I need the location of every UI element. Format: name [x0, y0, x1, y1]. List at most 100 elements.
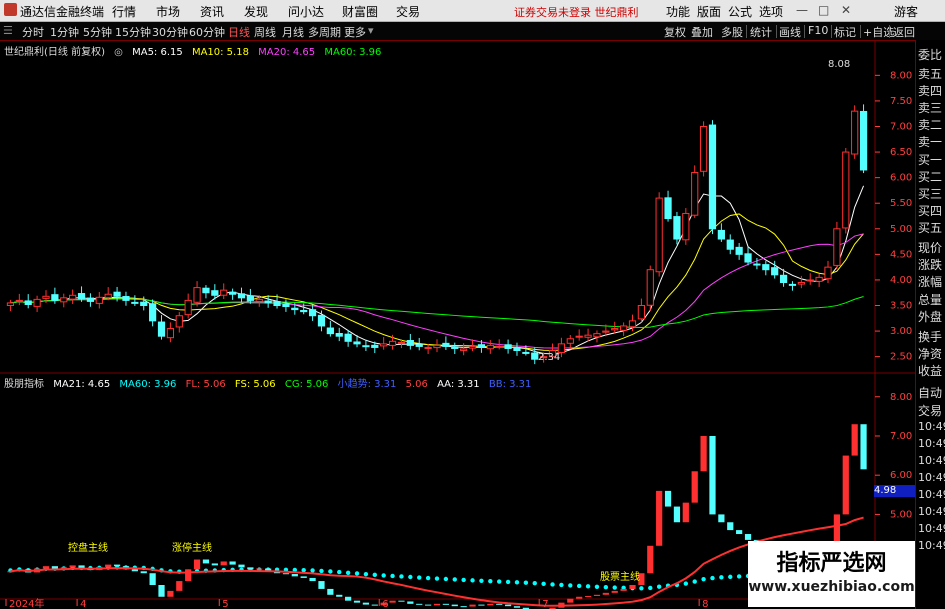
user-label[interactable]: 游客: [894, 3, 918, 20]
period-monthly[interactable]: 月线: [282, 24, 304, 40]
sub-candle: [478, 604, 485, 606]
back-button[interactable]: 返回: [893, 24, 915, 40]
sub-candle: [113, 564, 121, 567]
sub-candle: [202, 559, 210, 564]
candle-body: [771, 267, 779, 276]
sub-tick-label: 8.00: [890, 392, 912, 403]
sidebar-item: 买五: [918, 221, 943, 235]
candle-body: [202, 287, 210, 294]
trend-dot: [612, 585, 617, 590]
candle-body: [415, 344, 423, 347]
sub-candle: [131, 569, 138, 572]
sidebar-item[interactable]: 自动: [918, 384, 942, 401]
ma20-label: MA20: 4.65: [258, 47, 316, 58]
sidebar-item: 外盘: [918, 310, 943, 324]
main-legend: 世纪鼎利(日线 前复权) ◎ MA5: 6.15 MA10: 5.18 MA20…: [4, 43, 387, 58]
trend-dot: [523, 580, 529, 585]
menu-formula[interactable]: 公式: [728, 3, 752, 20]
menu-functions[interactable]: 功能: [666, 3, 690, 20]
sub-candle: [300, 576, 307, 578]
sub-candle: [718, 514, 725, 523]
trend-dot: [559, 582, 564, 588]
menu-news[interactable]: 资讯: [200, 3, 224, 20]
candle-body: [33, 298, 41, 307]
period-30min[interactable]: 30分钟: [152, 24, 188, 40]
sidebar-time: 10:49: [918, 420, 945, 433]
menu-market[interactable]: 行情: [112, 3, 136, 20]
candle-body: [175, 315, 183, 328]
sub-candle: [700, 435, 707, 472]
trend-dot: [470, 578, 475, 583]
settings-gear-icon[interactable]: ◎: [114, 47, 123, 58]
sub-candle: [416, 603, 423, 605]
trend-dot: [337, 569, 342, 575]
minimize-button[interactable]: —: [796, 3, 808, 17]
candle-body: [468, 345, 477, 349]
sub-candle: [567, 598, 574, 603]
menu-exchange[interactable]: 市场: [156, 3, 180, 20]
f10-button[interactable]: F10: [808, 24, 828, 37]
trend-dot: [434, 576, 440, 581]
multi-stock-button[interactable]: 多股: [721, 24, 743, 40]
menu-layout[interactable]: 版面: [697, 3, 721, 20]
sub-candle: [833, 514, 841, 544]
period-60min[interactable]: 60分钟: [189, 24, 225, 40]
trend-dot: [736, 574, 742, 579]
close-button[interactable]: ✕: [841, 3, 851, 17]
trend-dot: [550, 582, 555, 587]
sub-ma60-label: MA60: 3.96: [119, 379, 177, 390]
candle-body: [815, 276, 823, 282]
trend-dot: [372, 572, 377, 578]
candle-body: [104, 293, 112, 299]
sub-candle: [309, 577, 316, 582]
candle-body: [371, 344, 379, 348]
menu-discover[interactable]: 发现: [244, 3, 268, 20]
period-5min[interactable]: 5分钟: [83, 24, 112, 40]
fl-line: [10, 516, 864, 607]
candle-body: [15, 299, 23, 302]
period-daily[interactable]: 日线: [228, 24, 250, 40]
candle-body: [51, 294, 59, 301]
candle-body: [859, 110, 868, 171]
period-15min[interactable]: 15分钟: [115, 24, 151, 40]
candle-body: [851, 110, 859, 155]
period-more[interactable]: 更多: [344, 24, 366, 40]
period-1min[interactable]: 1分钟: [50, 24, 79, 40]
stats-button[interactable]: 统计: [750, 24, 772, 40]
sidebar-item: 卖二: [918, 118, 943, 132]
draw-button[interactable]: 画线: [779, 24, 801, 40]
period-weekly[interactable]: 周线: [254, 24, 276, 40]
app-logo-icon: [4, 3, 17, 16]
sidebar-item: 卖一: [918, 135, 943, 149]
sub-candle: [584, 595, 592, 597]
menu-ask[interactable]: 问小达: [288, 3, 324, 20]
menu-options[interactable]: 选项: [759, 3, 783, 20]
candle-body: [344, 333, 352, 342]
time-tick-label: 4: [80, 599, 86, 609]
candle-body: [442, 342, 450, 347]
more-dropdown-icon[interactable]: ▾: [368, 24, 374, 37]
trend-dot: [363, 571, 369, 577]
menu-trade[interactable]: 交易: [396, 3, 420, 20]
period-multi[interactable]: 多周期: [308, 24, 341, 40]
sub-candle: [282, 573, 290, 575]
sub-trend-label: 小趋势: 3.31: [337, 379, 397, 390]
menu-wealth[interactable]: 财富圈: [342, 3, 378, 20]
maximize-button[interactable]: □: [818, 3, 829, 17]
sub-candle: [736, 530, 743, 535]
sub-candle: [247, 567, 254, 570]
period-minute-chart[interactable]: 分时: [22, 24, 44, 40]
mark-button[interactable]: 标记: [834, 24, 856, 40]
adjust-button[interactable]: 复权: [664, 24, 686, 40]
collapse-icon[interactable]: ☰: [3, 24, 13, 37]
kline-chart[interactable]: 8.00 7.50 7.00 6.50 6.00 5.50 5.00 4.50 4.00 3.50…: [0, 40, 915, 609]
sub-candle: [469, 604, 476, 607]
candle-body: [113, 291, 121, 297]
candle-body: [566, 338, 574, 344]
sidebar-item[interactable]: 交易: [918, 402, 942, 419]
overlay-button[interactable]: 叠加: [691, 24, 713, 40]
trend-dot: [505, 579, 511, 585]
candle-body: [788, 283, 797, 286]
candle-body: [486, 344, 494, 350]
trend-dot: [488, 578, 493, 584]
